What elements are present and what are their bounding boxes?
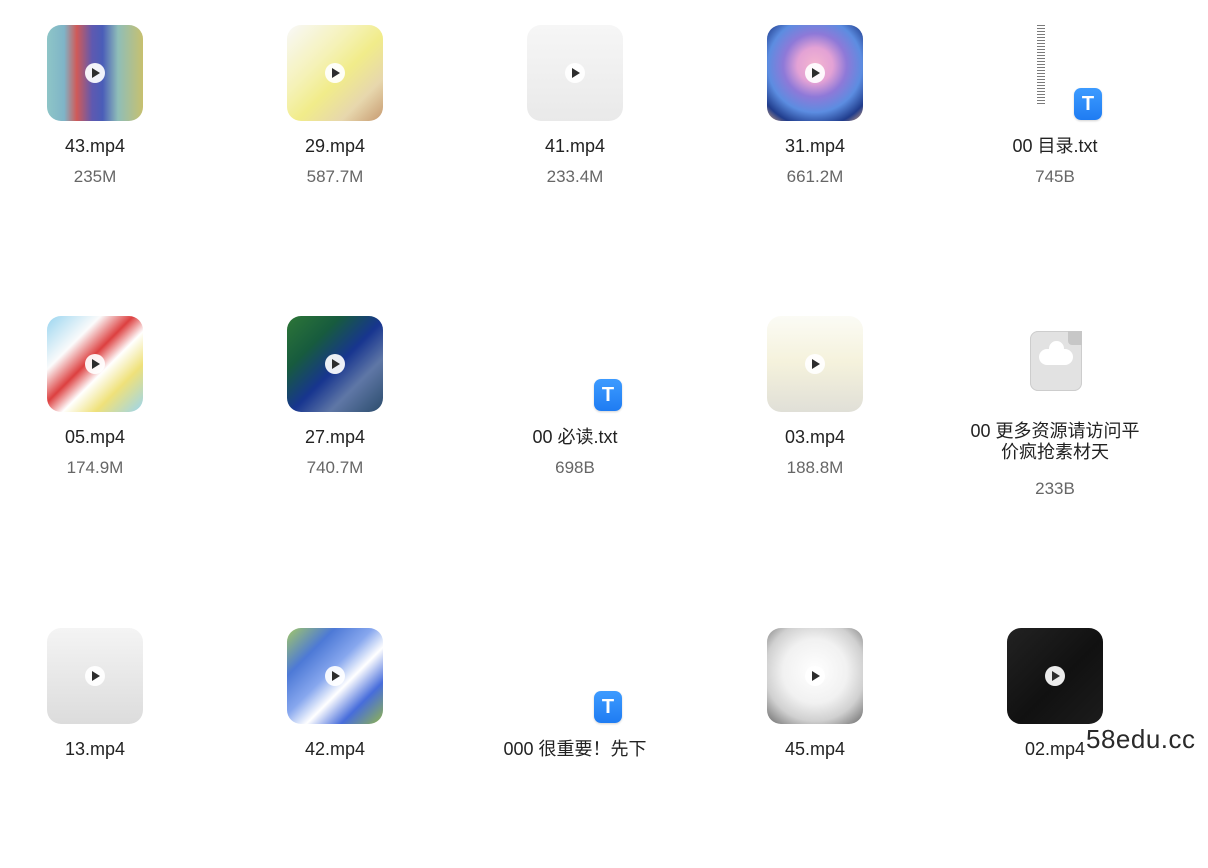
- play-icon[interactable]: [1045, 666, 1065, 686]
- file-item-13[interactable]: 13.mp4: [0, 628, 200, 868]
- file-name: 00 更多资源请访问平价疯抢素材天: [970, 421, 1140, 462]
- file-item-05[interactable]: 05.mp4 174.9M: [0, 316, 200, 556]
- play-icon[interactable]: [85, 666, 105, 686]
- file-size: 698B: [555, 458, 595, 477]
- text-document-preview[interactable]: T: [1007, 25, 1103, 121]
- video-thumbnail[interactable]: [47, 316, 143, 412]
- cloud-file-icon[interactable]: [1030, 331, 1082, 391]
- file-name: 000 很重要！先下: [503, 739, 647, 759]
- file-name: 03.mp4: [784, 427, 846, 447]
- file-size: 740.7M: [306, 458, 364, 477]
- video-thumbnail[interactable]: [767, 25, 863, 121]
- play-icon[interactable]: [805, 354, 825, 374]
- file-name: 43.mp4: [64, 136, 126, 156]
- watermark: 58edu.cc: [1086, 724, 1196, 754]
- file-name: 31.mp4: [784, 136, 846, 156]
- file-size: 233.4M: [546, 167, 604, 186]
- play-icon[interactable]: [85, 354, 105, 374]
- file-size: 587.7M: [306, 167, 364, 186]
- text-file-icon: T: [1074, 88, 1102, 120]
- file-size: 174.9M: [66, 458, 124, 477]
- video-thumbnail[interactable]: [47, 628, 143, 724]
- file-item-00-mulu[interactable]: T 00 目录.txt 745B: [960, 25, 1160, 265]
- play-icon[interactable]: [85, 63, 105, 83]
- video-thumbnail[interactable]: [767, 628, 863, 724]
- play-icon[interactable]: [565, 63, 585, 83]
- video-thumbnail[interactable]: [47, 25, 143, 121]
- file-item-00-more[interactable]: 00 更多资源请访问平价疯抢素材天 233B: [960, 316, 1160, 556]
- text-document-preview[interactable]: T: [527, 316, 623, 412]
- file-name: 13.mp4: [64, 739, 126, 759]
- file-name: 27.mp4: [304, 427, 366, 447]
- file-name: 45.mp4: [784, 739, 846, 759]
- file-item-27[interactable]: 27.mp4 740.7M: [240, 316, 440, 556]
- file-item-45[interactable]: 45.mp4: [720, 628, 920, 868]
- file-name: 42.mp4: [304, 739, 366, 759]
- video-thumbnail[interactable]: [287, 25, 383, 121]
- play-icon[interactable]: [325, 63, 345, 83]
- file-item-42[interactable]: 42.mp4: [240, 628, 440, 868]
- file-size: 188.8M: [786, 458, 844, 477]
- text-document-preview[interactable]: T: [527, 628, 623, 724]
- text-file-icon: T: [594, 691, 622, 723]
- file-item-00-bidu[interactable]: T 00 必读.txt 698B: [480, 316, 680, 556]
- video-thumbnail[interactable]: [1007, 628, 1103, 724]
- cloud-icon: [1039, 341, 1073, 365]
- video-thumbnail[interactable]: [527, 25, 623, 121]
- file-item-41[interactable]: 41.mp4 233.4M: [480, 25, 680, 265]
- file-item-03[interactable]: 03.mp4 188.8M: [720, 316, 920, 556]
- file-name: 05.mp4: [64, 427, 126, 447]
- play-icon[interactable]: [805, 63, 825, 83]
- document-page-icon: [1037, 25, 1045, 105]
- play-icon[interactable]: [325, 666, 345, 686]
- file-size: 235M: [73, 167, 117, 186]
- text-file-icon: T: [594, 379, 622, 411]
- file-name: 41.mp4: [544, 136, 606, 156]
- file-name: 00 必读.txt: [532, 427, 618, 447]
- file-item-29[interactable]: 29.mp4 587.7M: [240, 25, 440, 265]
- file-size: 661.2M: [786, 167, 844, 186]
- file-size: 233B: [1035, 479, 1075, 498]
- video-thumbnail[interactable]: [287, 316, 383, 412]
- video-thumbnail[interactable]: [287, 628, 383, 724]
- file-size: 745B: [1035, 167, 1075, 186]
- file-item-43[interactable]: 43.mp4 235M: [0, 25, 200, 265]
- play-icon[interactable]: [805, 666, 825, 686]
- file-item-000[interactable]: T 000 很重要！先下: [480, 628, 680, 868]
- video-thumbnail[interactable]: [767, 316, 863, 412]
- play-icon[interactable]: [325, 354, 345, 374]
- file-grid: 43.mp4 235M 29.mp4 587.7M 41.mp4 233.4M …: [0, 0, 1208, 767]
- file-name: 29.mp4: [304, 136, 366, 156]
- file-name: 00 目录.txt: [1012, 136, 1098, 156]
- file-item-31[interactable]: 31.mp4 661.2M: [720, 25, 920, 265]
